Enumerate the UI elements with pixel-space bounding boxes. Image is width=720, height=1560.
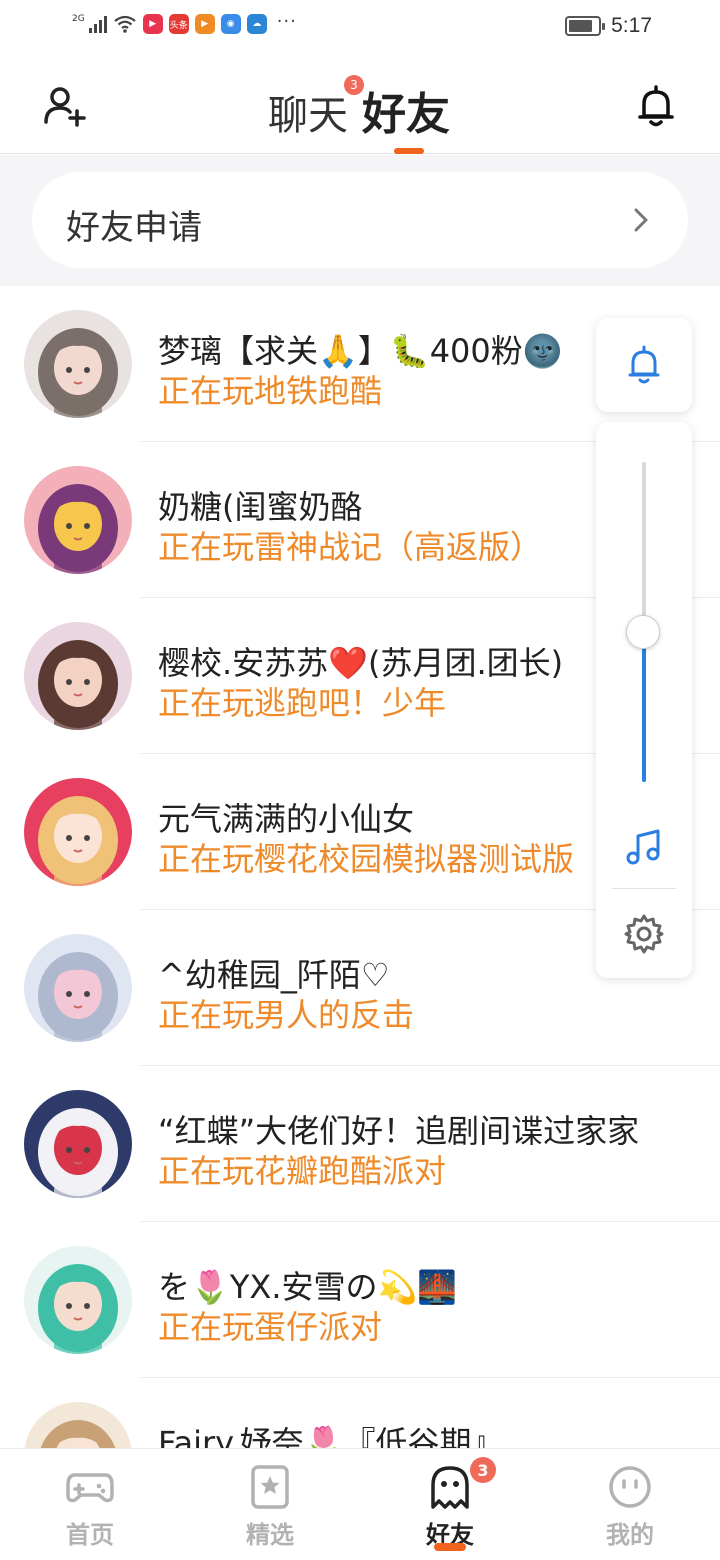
status-right: 5:17 — [565, 14, 652, 38]
nav-featured[interactable]: 精选 — [210, 1449, 330, 1560]
tab-chat[interactable]: 聊天 3 — [268, 75, 364, 141]
top-header: 聊天 3 好友 — [0, 56, 720, 154]
settings-gear-icon[interactable] — [622, 912, 666, 956]
more-notifications-icon: ··· — [276, 10, 297, 32]
friend-avatar[interactable] — [24, 1246, 132, 1354]
video-app-icon: ▶ — [142, 14, 163, 34]
chevron-right-icon — [634, 208, 648, 232]
friend-avatar[interactable] — [24, 934, 132, 1042]
friend-game-status: 正在玩花瓣跑酷派对 — [158, 1152, 447, 1190]
nav-featured-label: 精选 — [246, 1521, 294, 1549]
floating-bell-icon — [628, 345, 660, 384]
friend-avatar[interactable] — [24, 1090, 132, 1198]
notification-bell-icon[interactable] — [632, 82, 680, 130]
volume-slider-thumb[interactable] — [626, 614, 660, 649]
ghost-friends-icon — [431, 1466, 469, 1509]
chat-unread-badge: 3 — [344, 75, 364, 95]
play-app-icon: ▶ — [194, 14, 215, 34]
tab-friends[interactable]: 好友 — [362, 78, 450, 142]
signal-icon — [88, 15, 107, 33]
music-note-icon[interactable] — [624, 826, 664, 866]
friend-game-status: 正在玩蛋仔派对 — [158, 1308, 383, 1346]
network-type: 2G — [72, 13, 85, 24]
nav-me[interactable]: 我的 — [570, 1449, 690, 1560]
app-notification-icons: ▶ 头条 ▶ ◉ ☁ — [142, 14, 267, 34]
friend-request-label: 好友申请 — [66, 208, 202, 248]
active-tab-indicator — [394, 148, 424, 154]
bottom-navigation: 首页 精选 3 好友 我的 — [0, 1448, 720, 1560]
clock: 5:17 — [611, 14, 652, 37]
face-icon — [609, 1466, 651, 1508]
wifi-icon — [114, 15, 136, 33]
news-app-icon: 头条 — [168, 14, 189, 34]
nav-friends[interactable]: 3 好友 — [390, 1449, 510, 1560]
floating-bell-panel[interactable] — [596, 318, 692, 412]
floating-control-panel — [596, 422, 692, 978]
status-left: 2G ▶ 头条 ▶ ◉ ☁ ··· — [72, 10, 297, 34]
panel-divider — [612, 888, 676, 889]
friend-avatar[interactable] — [24, 778, 132, 886]
add-friend-icon[interactable] — [40, 82, 88, 130]
volume-slider-fill — [642, 631, 646, 782]
friend-row[interactable]: “红蝶”大佬们好！追剧间谍过家家 正在玩花瓣跑酷派对 — [0, 1066, 720, 1222]
cloud-app-icon: ☁ — [246, 14, 267, 34]
nav-home[interactable]: 首页 — [30, 1449, 150, 1560]
friend-avatar[interactable] — [24, 310, 132, 418]
browser-app-icon: ◉ — [220, 14, 241, 34]
battery-icon — [565, 16, 606, 36]
top-tabs: 聊天 3 好友 — [268, 75, 450, 142]
friend-game-status: 正在玩男人的反击 — [158, 996, 415, 1034]
friend-avatar[interactable] — [24, 622, 132, 730]
nav-friends-badge: 3 — [470, 1457, 496, 1483]
tab-chat-label: 聊天 — [268, 93, 348, 139]
friend-row[interactable]: を🌷YX.安雪の💫🌉 正在玩蛋仔派对 — [0, 1222, 720, 1378]
nav-home-label: 首页 — [66, 1521, 114, 1549]
gamepad-icon — [66, 1473, 114, 1503]
status-bar: 2G ▶ 头条 ▶ ◉ ☁ ··· 5:17 — [0, 0, 720, 56]
star-bookmark-icon — [251, 1465, 289, 1509]
nav-active-indicator — [434, 1543, 466, 1551]
nav-me-label: 我的 — [606, 1521, 654, 1549]
friend-avatar[interactable] — [24, 466, 132, 574]
